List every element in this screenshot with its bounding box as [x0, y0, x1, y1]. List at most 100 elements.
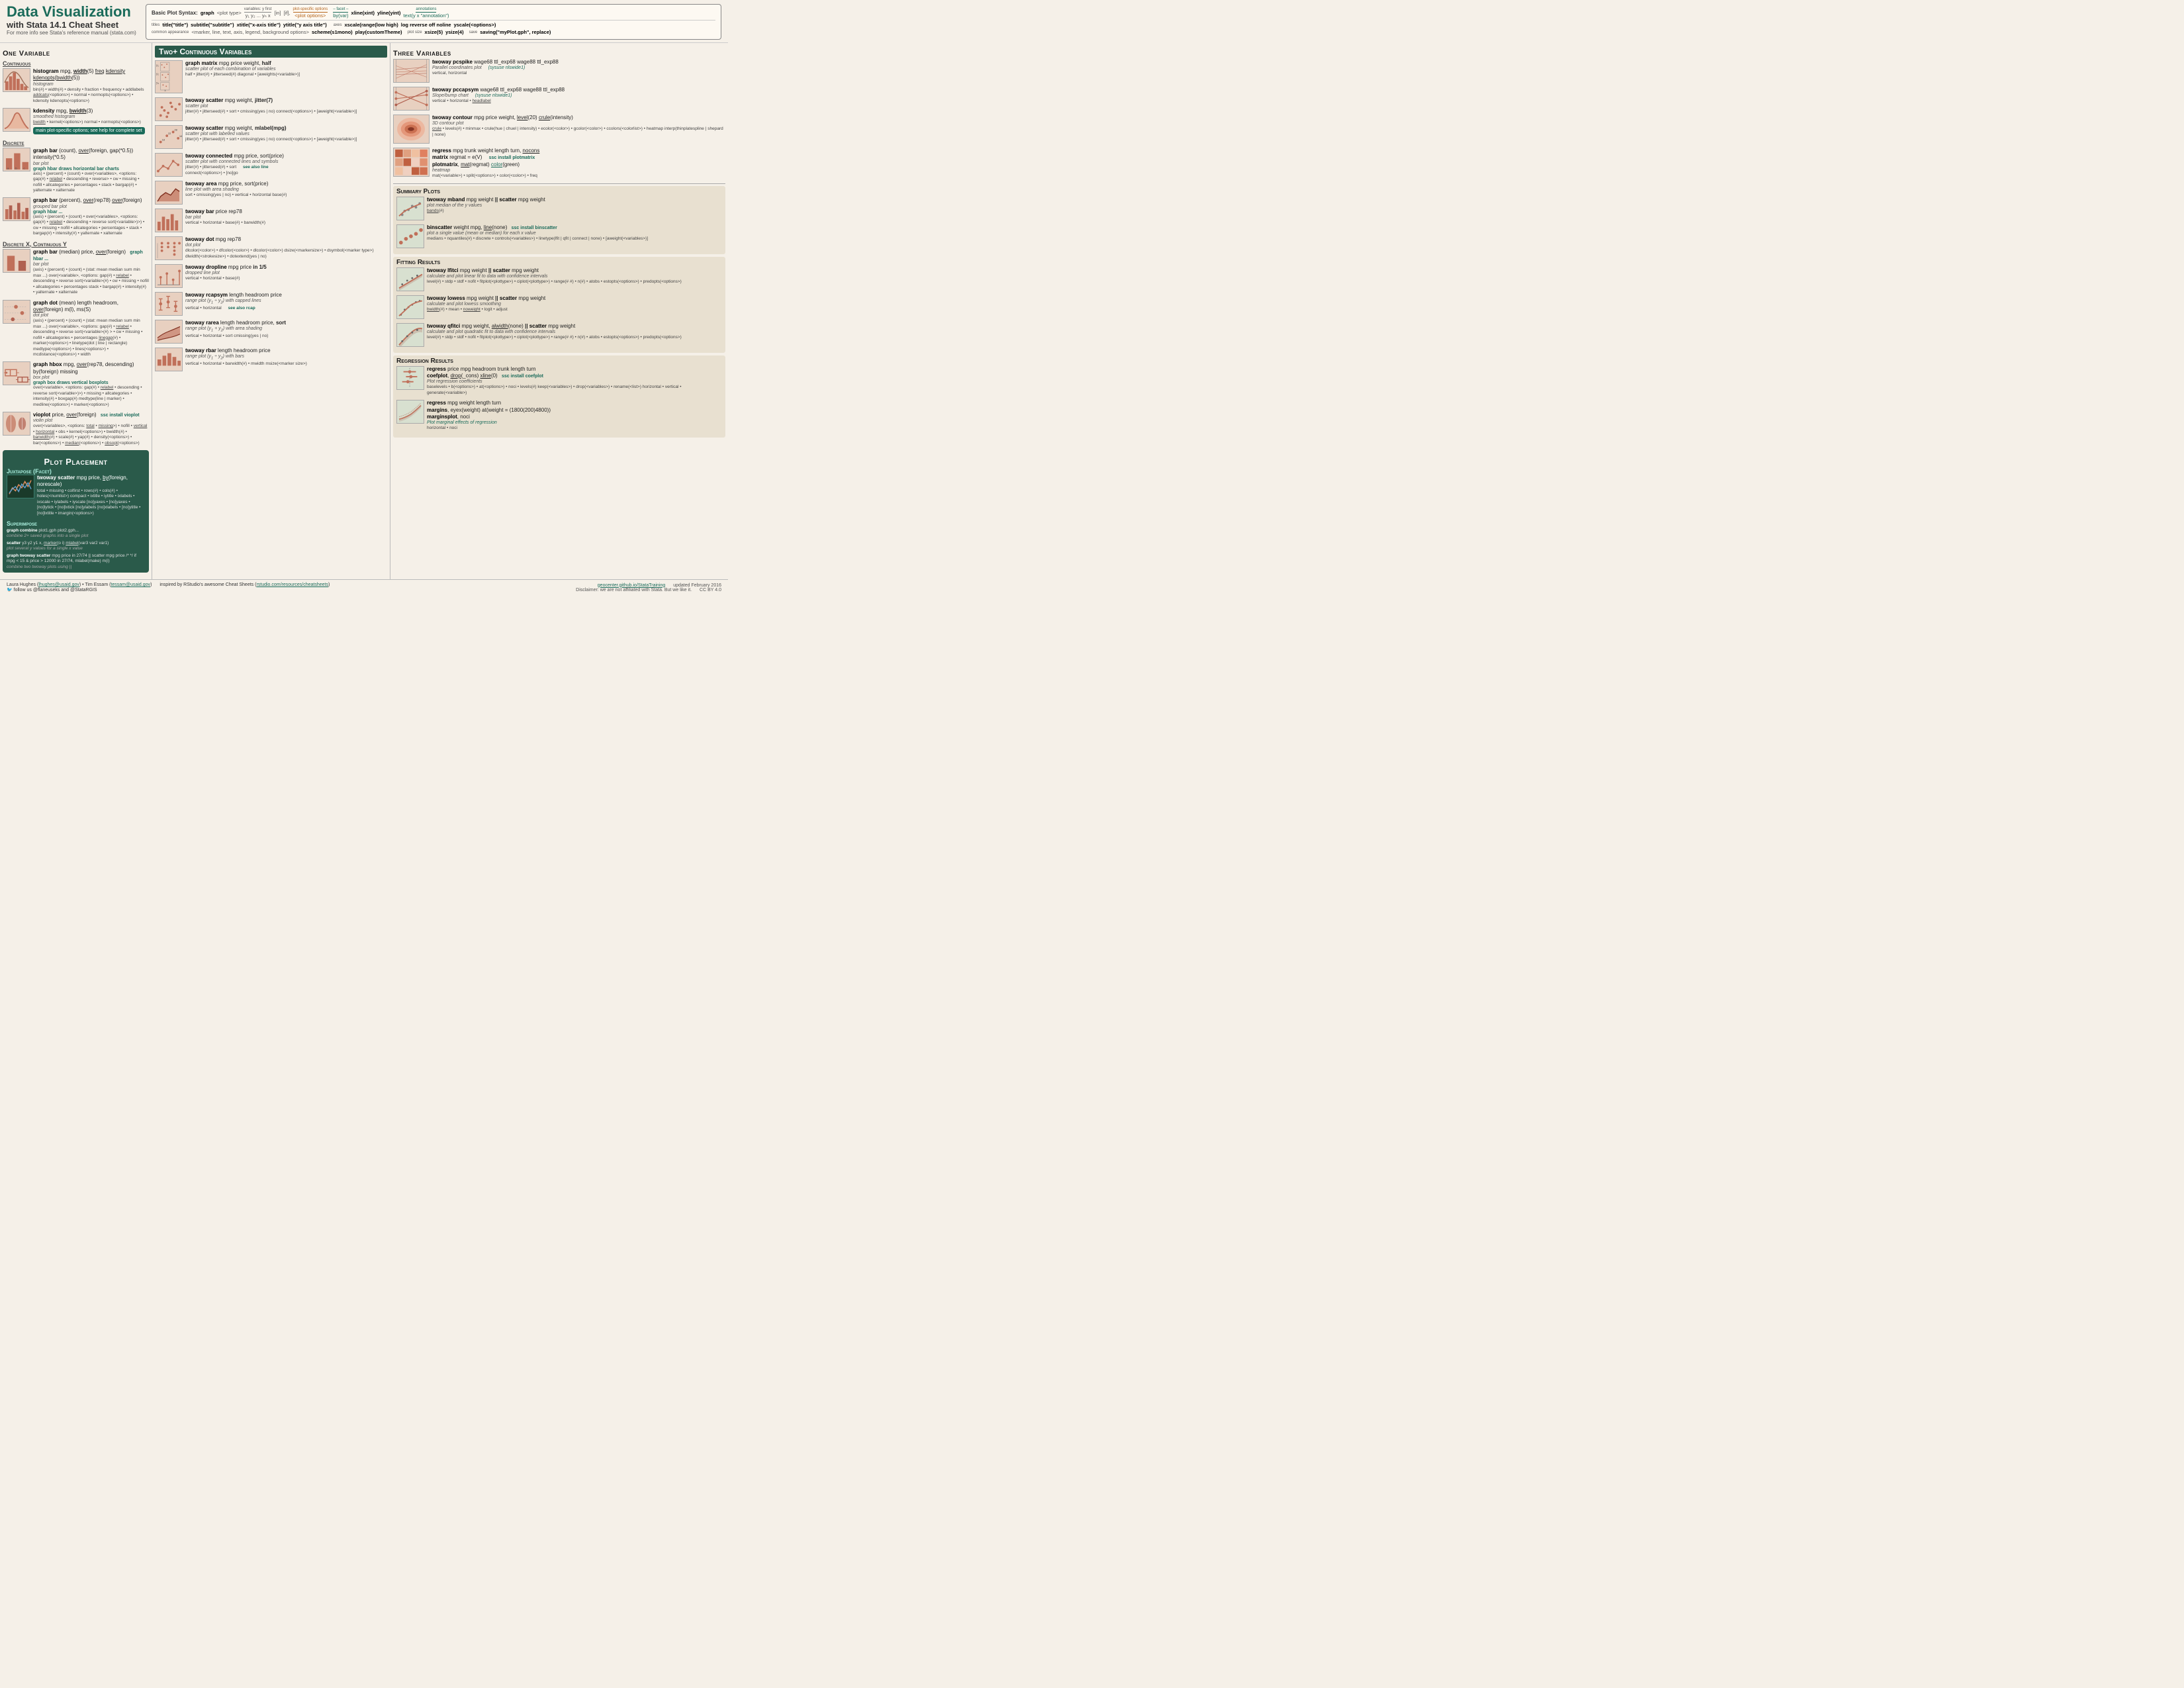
- yscale-cmd: yscale(<options>): [454, 22, 496, 28]
- graph-dot-entry: graph dot (mean) length headroom, over(f…: [3, 300, 149, 358]
- graph-matrix-cmd: graph matrix mpg price weight, half: [185, 60, 387, 67]
- subtitle-cmd: subtitle("subtitle"): [191, 22, 234, 28]
- binscatter-svg: [397, 225, 424, 248]
- fitting-header: Fitting Results: [396, 259, 722, 266]
- twoway-scatter-ml-opts: jitter(#) • jitterseed(#) • sort • cmiss…: [185, 137, 387, 142]
- twoway-bar-sub: bar plot: [185, 215, 387, 220]
- graph-bar2-thumb: [3, 197, 30, 221]
- twoway-rarea-thumb: [155, 320, 183, 344]
- coefplot-svg: [397, 367, 424, 389]
- marginsplot-cmd: marginsplot, noci: [427, 414, 722, 420]
- twoway-rbar-thumb: [155, 348, 183, 371]
- twoway-connected-cmd: twoway connected mpg price, sort(price): [185, 153, 387, 160]
- vioplot-cmd: vioplot price, over(foreign) ssc install…: [33, 412, 149, 418]
- lfitci-entry: twoway lfitci mpg weight || scatter mpg …: [396, 267, 722, 291]
- twoway-rcapsym-entry: twoway rcapsym length headroom price ran…: [155, 292, 387, 316]
- facet-label: – facet –: [333, 7, 348, 13]
- qfitci-opts: level(#) • stdp • stdf • nofit • fitplot…: [427, 335, 722, 340]
- twoway-connected-sub: scatter plot with connected lines and sy…: [185, 160, 387, 164]
- if-arg: [if],: [283, 10, 290, 16]
- saving-cmd: saving("myPlot.gph", replace): [480, 29, 551, 35]
- graph-bar2-opts: (axis) • (percent) • (count) • over(<var…: [33, 214, 149, 237]
- plotmatrix-info: regress mpg trunk weight length turn, no…: [432, 148, 725, 179]
- plotmatrix-opts: mat(<variable>) • split(<options>) • col…: [432, 173, 725, 179]
- regression-header: Regression Results: [396, 357, 722, 365]
- plotopts-label: plot-specific options: [293, 7, 328, 13]
- plotmatrix-sub: heatmap: [432, 168, 725, 173]
- plot-placement-box: Plot Placement Juxtapose (Facet) twoway …: [3, 450, 149, 573]
- graph-hbox-cmd: graph hbox mpg, over(rep78, descending) …: [33, 361, 149, 375]
- histogram-thumb: [3, 68, 30, 92]
- pcspike-svg: [394, 60, 429, 82]
- lowess-entry: twoway lowess mpg weight || scatter mpg …: [396, 295, 722, 319]
- appearance-label: common appearance: [152, 30, 189, 34]
- summary-plots-header: Summary Plots: [396, 188, 722, 195]
- plot-type-arg: <plot type>: [217, 10, 242, 16]
- main-content: One Variable Continuous histogram mpg,: [0, 43, 728, 579]
- qfitci-cmd: twoway qfitci mpg weight, alwidth(none) …: [427, 323, 722, 330]
- histogram-svg: [3, 69, 30, 91]
- twoway-dropline-opts: vertical • horizontal • base(#): [185, 276, 387, 281]
- pccapsym-entry: twoway pccapsym wage68 ttl_exp68 wage88 …: [393, 87, 725, 111]
- axes-label: axes: [334, 23, 342, 27]
- twoway-scatter-opts: jitter(#) • jitterseed(#) • sort • cmiss…: [185, 109, 387, 115]
- graph-bar-sub: bar plot: [33, 162, 149, 166]
- twoway-rbar-sub: range plot (y1 ÷ y2) with bars: [185, 354, 387, 360]
- pcspike-info: twoway pcspike wage68 ttl_exp68 wage88 t…: [432, 59, 725, 77]
- qfitci-sub: calculate and plot quadratic fit to data…: [427, 330, 722, 334]
- superimpose-opts: graph combine plot1.gph plot2.gph... com…: [7, 528, 145, 570]
- lfitci-svg: [397, 268, 424, 291]
- graph-bar-opts: axis) • (percent) • (count) • over(<vari…: [33, 171, 149, 194]
- histogram-sub: histogram: [33, 82, 149, 87]
- kdensity-info: kdensity mpg, bwidth(3) smoothed histogr…: [33, 108, 149, 136]
- twoway-dot-thumb: [155, 236, 183, 260]
- twoway-scatter-entry: twoway scatter mpg weight, jitter(7) sca…: [155, 97, 387, 121]
- coefplot-opts: baselevels • b(<options>) • at(<options>…: [427, 385, 722, 396]
- xtitle-cmd: xtitle("x-axis title"): [237, 22, 281, 28]
- graph-matrix-opts: half • jitter(#) • jitterseed(#) diagona…: [185, 72, 387, 77]
- svg-text:y₂: y₂: [156, 73, 159, 76]
- title-cmd: title("title"): [162, 22, 188, 28]
- twoway-area-cmd: twoway area mpg price, sort(price): [185, 181, 387, 187]
- in-arg: [in]: [274, 10, 281, 16]
- hbox-note: graph box draws vertical boxplots: [33, 381, 149, 385]
- twoway-area-thumb: [155, 181, 183, 205]
- kdensity-svg: [3, 109, 30, 131]
- graph-bar-med-thumb: [3, 249, 30, 273]
- vioplot-entry: vioplot price, over(foreign) ssc install…: [3, 412, 149, 446]
- twoway-dropline-cmd: twoway dropline mpg price in 1/5: [185, 264, 387, 271]
- contour-thumb: [393, 115, 430, 144]
- graph-bar2-entry: graph bar (percent), over(rep78) over(fo…: [3, 197, 149, 236]
- footer-author1: Laura Hughes (lhughes@usaid.gov) • Tim E…: [7, 583, 152, 587]
- svg-text:18: 18: [162, 139, 165, 142]
- graph-matrix-svg: y₁ y₂ y₃ x: [156, 61, 182, 93]
- graph-hbox-sub: box plot: [33, 375, 149, 380]
- mband-sub: plot median of the y values: [427, 203, 722, 208]
- svg-text:28: 28: [175, 129, 177, 132]
- twoway-dropline-sub: dropped line plot: [185, 271, 387, 275]
- twoway-area-info: twoway area mpg price, sort(price) line …: [185, 181, 387, 199]
- by-arg: by(var): [333, 13, 348, 19]
- histogram-opts: bin(#) • width(#) • density • fraction •…: [33, 87, 149, 104]
- two-plus-header: Two+ Continuous Variables: [155, 46, 387, 58]
- pcspike-thumb: [393, 59, 430, 83]
- mband-thumb: [396, 197, 424, 220]
- coefplot-cmd: coefplot, drop(_cons) xline(0) ssc insta…: [427, 373, 722, 379]
- placement-info: twoway scatter mpg price, by(foreign, no…: [37, 475, 145, 516]
- kdensity-thumb: [3, 108, 30, 132]
- twoway-rarea-svg: [156, 320, 182, 343]
- basic-syntax-label: Basic Plot Syntax:: [152, 10, 198, 16]
- plot-size-label: plot size: [408, 30, 422, 34]
- contour-cmd: twoway contour mpg price weight, level(2…: [432, 115, 725, 121]
- note: For more info see Stata's reference manu…: [7, 30, 139, 36]
- lfitci-sub: calculate and plot linear fit to data wi…: [427, 274, 722, 279]
- footer-left: Laura Hughes (lhughes@usaid.gov) • Tim E…: [7, 583, 330, 592]
- twoway-area-svg: [156, 181, 182, 204]
- twoway-bar-svg: [156, 209, 182, 232]
- coefplot-entry: regress price mpg headroom trunk length …: [396, 366, 722, 397]
- twoway-dot-entry: twoway dot mpg rep78 dot plot dlcolor(<c…: [155, 236, 387, 260]
- plotmatrix-thumb: [393, 148, 430, 177]
- twoway-dot-info: twoway dot mpg rep78 dot plot dlcolor(<c…: [185, 236, 387, 259]
- svg-text:b: b: [15, 167, 17, 171]
- graph-dot-info: graph dot (mean) length headroom, over(f…: [33, 300, 149, 358]
